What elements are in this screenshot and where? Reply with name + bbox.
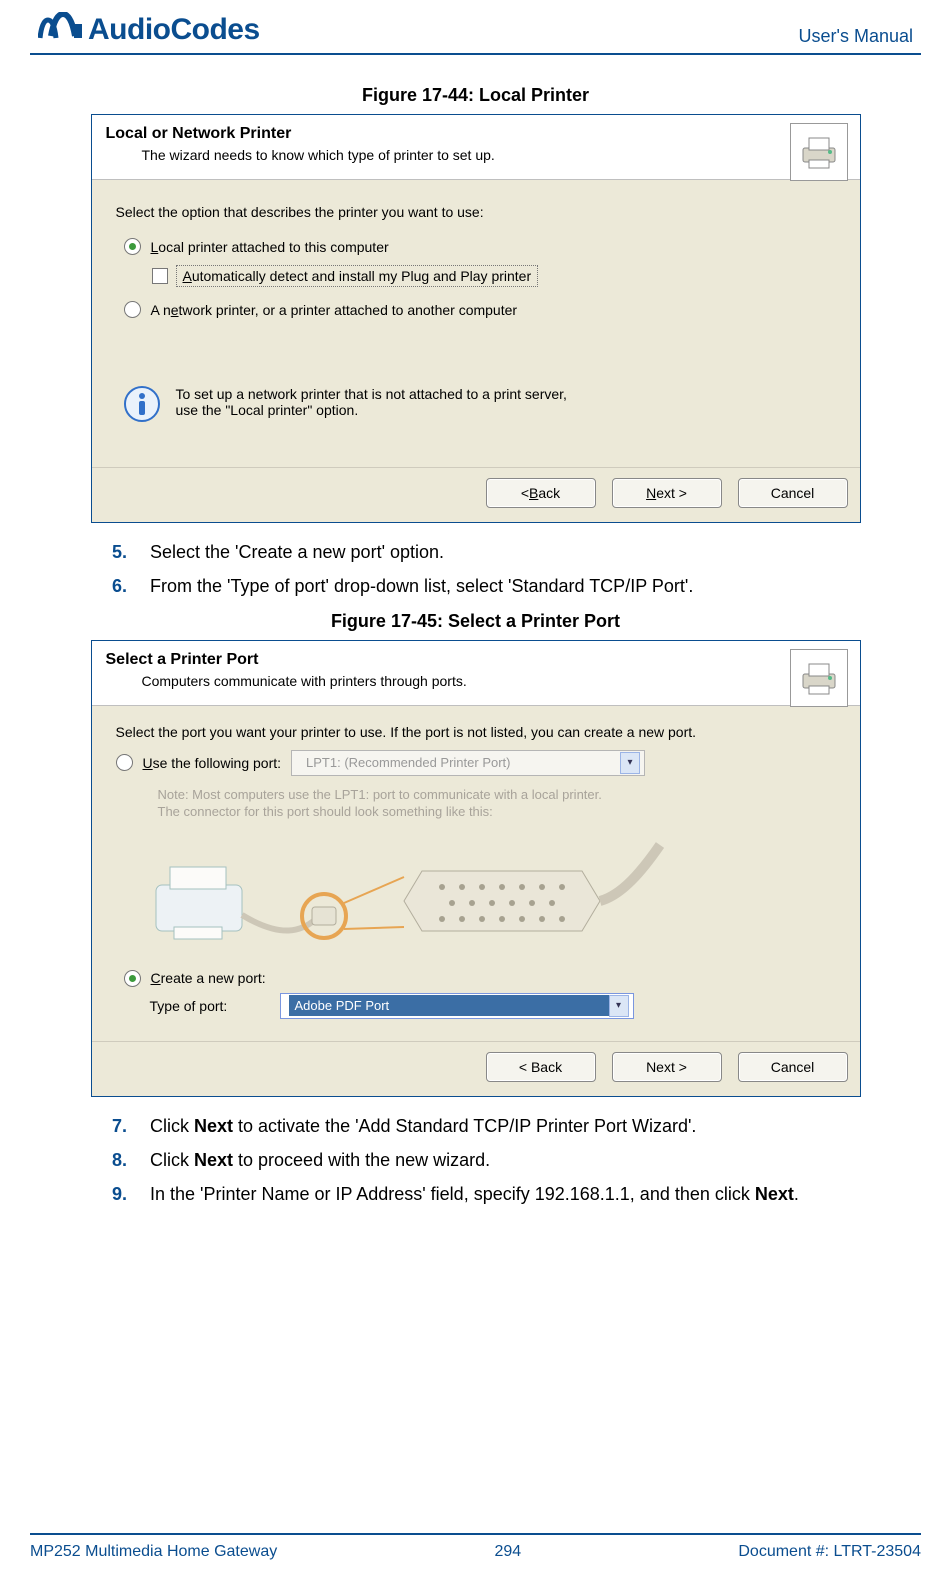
step-number: 6. [112, 573, 136, 601]
logo-text: AudioCodes [88, 13, 260, 47]
figure1-caption: Figure 17-44: Local Printer [30, 85, 921, 106]
step-8: 8. Click Next to proceed with the new wi… [112, 1147, 921, 1175]
steps-5-6: 5. Select the 'Create a new port' option… [112, 539, 921, 601]
type-of-port-label: Type of port: [150, 998, 270, 1014]
checkbox-icon [152, 268, 168, 284]
printer-icon [790, 123, 848, 181]
back-button[interactable]: < Back [486, 1052, 596, 1082]
cancel-button[interactable]: Cancel [738, 1052, 848, 1082]
footer-left: MP252 Multimedia Home Gateway [30, 1543, 277, 1561]
printer-icon [790, 649, 848, 707]
panel2-intro: Select the port you want your printer to… [116, 724, 836, 740]
radio-on-icon [124, 970, 141, 987]
port-note: Note: Most computers use the LPT1: port … [158, 786, 836, 821]
existing-port-select: LPT1: (Recommended Printer Port) ▾ [291, 750, 645, 776]
step-number: 8. [112, 1147, 136, 1175]
steps-7-9: 7. Click Next to activate the 'Add Stand… [112, 1113, 921, 1209]
step-6: 6. From the 'Type of port' drop-down lis… [112, 573, 921, 601]
option-local-label: Local printer attached to this computer [151, 239, 389, 255]
page-footer: MP252 Multimedia Home Gateway 294 Docume… [30, 1533, 921, 1561]
type-of-port-select[interactable]: Adobe PDF Port ▾ [280, 993, 634, 1019]
back-button[interactable]: < Back [486, 478, 596, 508]
step-7-text: Click Next to activate the 'Add Standard… [150, 1113, 921, 1141]
next-button[interactable]: Next > [612, 478, 722, 508]
create-port-label: Create a new port: [151, 970, 266, 986]
panel1-button-row: < Back Next > Cancel [92, 467, 860, 522]
option-network-label: A network printer, or a printer attached… [151, 302, 518, 318]
logo: AudioCodes [38, 12, 260, 47]
panel2-title: Select a Printer Port [106, 651, 846, 669]
panel2-subtitle: Computers communicate with printers thro… [142, 673, 846, 689]
manual-label: User's Manual [799, 26, 913, 47]
step-number: 9. [112, 1181, 136, 1209]
panel1-subtitle: The wizard needs to know which type of p… [142, 147, 846, 163]
logo-icon [38, 12, 82, 47]
option-network-printer[interactable]: A network printer, or a printer attached… [116, 297, 836, 322]
info-text: To set up a network printer that is not … [176, 386, 567, 418]
footer-page-number: 294 [494, 1543, 521, 1561]
option-auto-detect[interactable]: Automatically detect and install my Plug… [152, 265, 836, 287]
panel1-intro: Select the option that describes the pri… [116, 204, 836, 220]
step-9: 9. In the 'Printer Name or IP Address' f… [112, 1181, 921, 1209]
page-header: AudioCodes User's Manual [30, 12, 921, 47]
cancel-button[interactable]: Cancel [738, 478, 848, 508]
header-divider [30, 53, 921, 55]
footer-right: Document #: LTRT-23504 [738, 1543, 921, 1561]
option-auto-label: Automatically detect and install my Plug… [176, 265, 539, 287]
step-5: 5. Select the 'Create a new port' option… [112, 539, 921, 567]
chevron-down-icon: ▾ [620, 752, 640, 774]
step-6-text: From the 'Type of port' drop-down list, … [150, 573, 921, 601]
option-local-printer[interactable]: Local printer attached to this computer [116, 234, 836, 259]
create-port-section: Create a new port: Type of port: Adobe P… [124, 970, 836, 1019]
footer-divider [30, 1533, 921, 1535]
info-icon [122, 384, 162, 427]
select-port-wizard-panel: Select a Printer Port Computers communic… [91, 640, 861, 1097]
radio-off-icon [124, 301, 141, 318]
figure2-caption: Figure 17-45: Select a Printer Port [30, 611, 921, 632]
radio-off-icon [116, 754, 133, 771]
connector-diagram [152, 831, 836, 964]
step-5-text: Select the 'Create a new port' option. [150, 539, 921, 567]
type-of-port-row: Type of port: Adobe PDF Port ▾ [150, 993, 836, 1019]
step-8-text: Click Next to proceed with the new wizar… [150, 1147, 921, 1175]
panel1-title: Local or Network Printer [106, 125, 846, 143]
option-create-new-port[interactable]: Create a new port: [124, 970, 836, 987]
panel1-body: Select the option that describes the pri… [92, 180, 860, 467]
use-existing-label: Use the following port: [143, 755, 282, 771]
local-printer-wizard-panel: Local or Network Printer The wizard need… [91, 114, 861, 523]
type-of-port-value: Adobe PDF Port [289, 995, 609, 1016]
panel2-body: Select the port you want your printer to… [92, 706, 860, 1041]
step-7: 7. Click Next to activate the 'Add Stand… [112, 1113, 921, 1141]
panel2-button-row: < Back Next > Cancel [92, 1041, 860, 1096]
panel1-header: Local or Network Printer The wizard need… [92, 115, 860, 180]
step-number: 5. [112, 539, 136, 567]
panel2-header: Select a Printer Port Computers communic… [92, 641, 860, 706]
radio-on-icon [124, 238, 141, 255]
option-use-existing-port[interactable]: Use the following port: LPT1: (Recommend… [116, 750, 836, 776]
step-9-text: In the 'Printer Name or IP Address' fiel… [150, 1181, 921, 1209]
info-box: To set up a network printer that is not … [122, 386, 836, 427]
next-button[interactable]: Next > [612, 1052, 722, 1082]
chevron-down-icon[interactable]: ▾ [609, 995, 629, 1017]
step-number: 7. [112, 1113, 136, 1141]
